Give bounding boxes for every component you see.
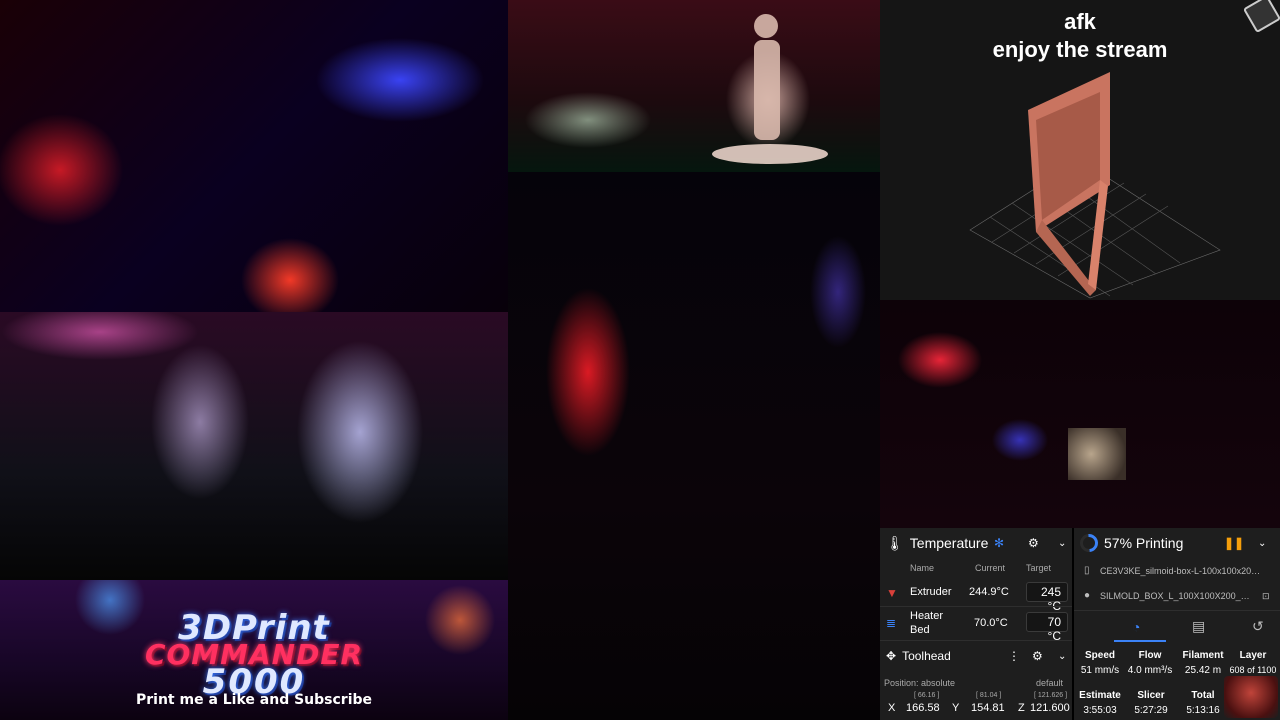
heater-bed-label-2: Bed xyxy=(910,624,930,636)
object-icon: ● xyxy=(1084,590,1091,601)
col-name: Name xyxy=(910,563,935,573)
slicer-label: Slicer xyxy=(1137,690,1165,701)
move-icon: ✥ xyxy=(886,649,897,663)
job-header: 57% Printing ❚❚ ⌄ xyxy=(1074,528,1280,558)
tab-file-icon[interactable]: ▤ xyxy=(1192,618,1205,635)
profile-label: default xyxy=(1036,678,1064,688)
camera-feed-1 xyxy=(0,0,508,312)
tab-gauge-icon[interactable]: ◔ xyxy=(1132,619,1140,635)
thermometer-icon: 🌡 xyxy=(886,534,904,551)
col-current: Current xyxy=(975,563,1006,573)
total-value: 5:13:16 xyxy=(1186,705,1220,716)
figurine-silhouette xyxy=(712,14,828,164)
job-status-panel: 57% Printing ❚❚ ⌄ ▯ CE3V3KE_silmoid-box-… xyxy=(1074,528,1280,720)
z-raw: [ 121.626 ] xyxy=(1034,692,1068,699)
progress-ring-icon xyxy=(1076,530,1102,556)
estimate-label: Estimate xyxy=(1079,690,1121,701)
estimate-value: 3:55:03 xyxy=(1083,705,1117,716)
print-thumbnail xyxy=(1224,676,1278,718)
extruder-label: Extruder xyxy=(910,586,952,598)
job-object: SILMOLD_BOX_L_100X100X200_… xyxy=(1100,591,1250,601)
heater-bed-current: 70.0°C xyxy=(974,617,1008,629)
heater-bed-target-input[interactable]: 70 °C xyxy=(1026,612,1068,643)
job-status: 57% Printing xyxy=(1104,535,1184,551)
heater-bed-label-1: Heater xyxy=(910,610,944,622)
position-mode: Position: absolute xyxy=(884,678,956,688)
x-raw: [ 66.16 ] xyxy=(914,692,940,699)
webcam-inset xyxy=(1068,428,1126,480)
heater-bed-icon: ≣ xyxy=(886,616,897,630)
col-target: Target xyxy=(1026,563,1052,573)
channel-banner: 3DPrint COMMANDER 5000 Print me a Like a… xyxy=(0,580,508,720)
flow-value: 4.0 mm³/s xyxy=(1127,665,1173,676)
slicer-value: 5:27:29 xyxy=(1134,705,1168,716)
camera-feed-4 xyxy=(508,172,880,720)
extruder-target-input[interactable]: 245 °C xyxy=(1026,582,1068,613)
chevron-down-icon[interactable]: ⌄ xyxy=(1058,538,1066,549)
temperature-header: 🌡 Temperature ✻ ⚙ ⌄ xyxy=(880,528,1072,558)
camera-feed-5 xyxy=(880,300,1280,528)
snowflake-icon[interactable]: ✻ xyxy=(994,536,1004,550)
filament-label: Filament xyxy=(1182,650,1224,661)
extruder-icon: ▼ xyxy=(886,586,898,600)
x-axis-label: X xyxy=(888,702,896,714)
toolhead-title: Toolhead xyxy=(902,649,951,663)
layer-label: Layer xyxy=(1239,650,1267,661)
job-chevron-icon[interactable]: ⌄ xyxy=(1258,538,1266,549)
toolhead-header: ✥ Toolhead ⋮ ⚙ ⌄ xyxy=(880,641,1072,671)
filament-value: 25.42 m xyxy=(1184,665,1222,676)
camera-feed-2 xyxy=(508,0,880,172)
temperature-panel: 🌡 Temperature ✻ ⚙ ⌄ Name Current Target … xyxy=(880,528,1072,720)
active-tab-indicator xyxy=(1114,640,1166,642)
total-label: Total xyxy=(1191,690,1215,701)
temperature-settings-icon[interactable]: ⚙ xyxy=(1028,536,1039,550)
camera-feed-3 xyxy=(0,312,508,580)
tab-history-icon[interactable]: ↺ xyxy=(1252,618,1264,635)
z-axis-label: Z xyxy=(1018,702,1025,714)
temperature-title: Temperature xyxy=(909,535,989,551)
banner-tagline: Print me a Like and Subscribe xyxy=(135,692,373,708)
file-icon: ▯ xyxy=(1084,565,1090,576)
z-position[interactable]: 121.600 xyxy=(1030,702,1070,714)
speed-value: 51 mm/s xyxy=(1080,665,1120,676)
extruder-current: 244.9°C xyxy=(969,586,1009,598)
y-raw: [ 81.04 ] xyxy=(976,692,1002,699)
pause-icon[interactable]: ❚❚ xyxy=(1224,536,1244,550)
layer-value: 608 of 1100 xyxy=(1229,665,1277,675)
toolhead-chevron-icon[interactable]: ⌄ xyxy=(1058,651,1066,662)
speed-label: Speed xyxy=(1084,650,1115,661)
y-axis-label: Y xyxy=(952,702,960,714)
flow-label: Flow xyxy=(1138,650,1162,661)
toolhead-settings-icon[interactable]: ⚙ xyxy=(1032,649,1043,663)
x-position[interactable]: 166.58 xyxy=(906,702,940,714)
model-preview xyxy=(969,72,1221,299)
y-position[interactable]: 154.81 xyxy=(971,702,1005,714)
exclude-icon[interactable]: ⊡ xyxy=(1262,591,1270,602)
slicer-preview: afk enjoy the stream xyxy=(880,0,1280,300)
more-icon[interactable]: ⋮ xyxy=(1008,649,1020,663)
job-filename: CE3V3KE_silmoid-box-L-100x100x20… xyxy=(1100,566,1261,576)
